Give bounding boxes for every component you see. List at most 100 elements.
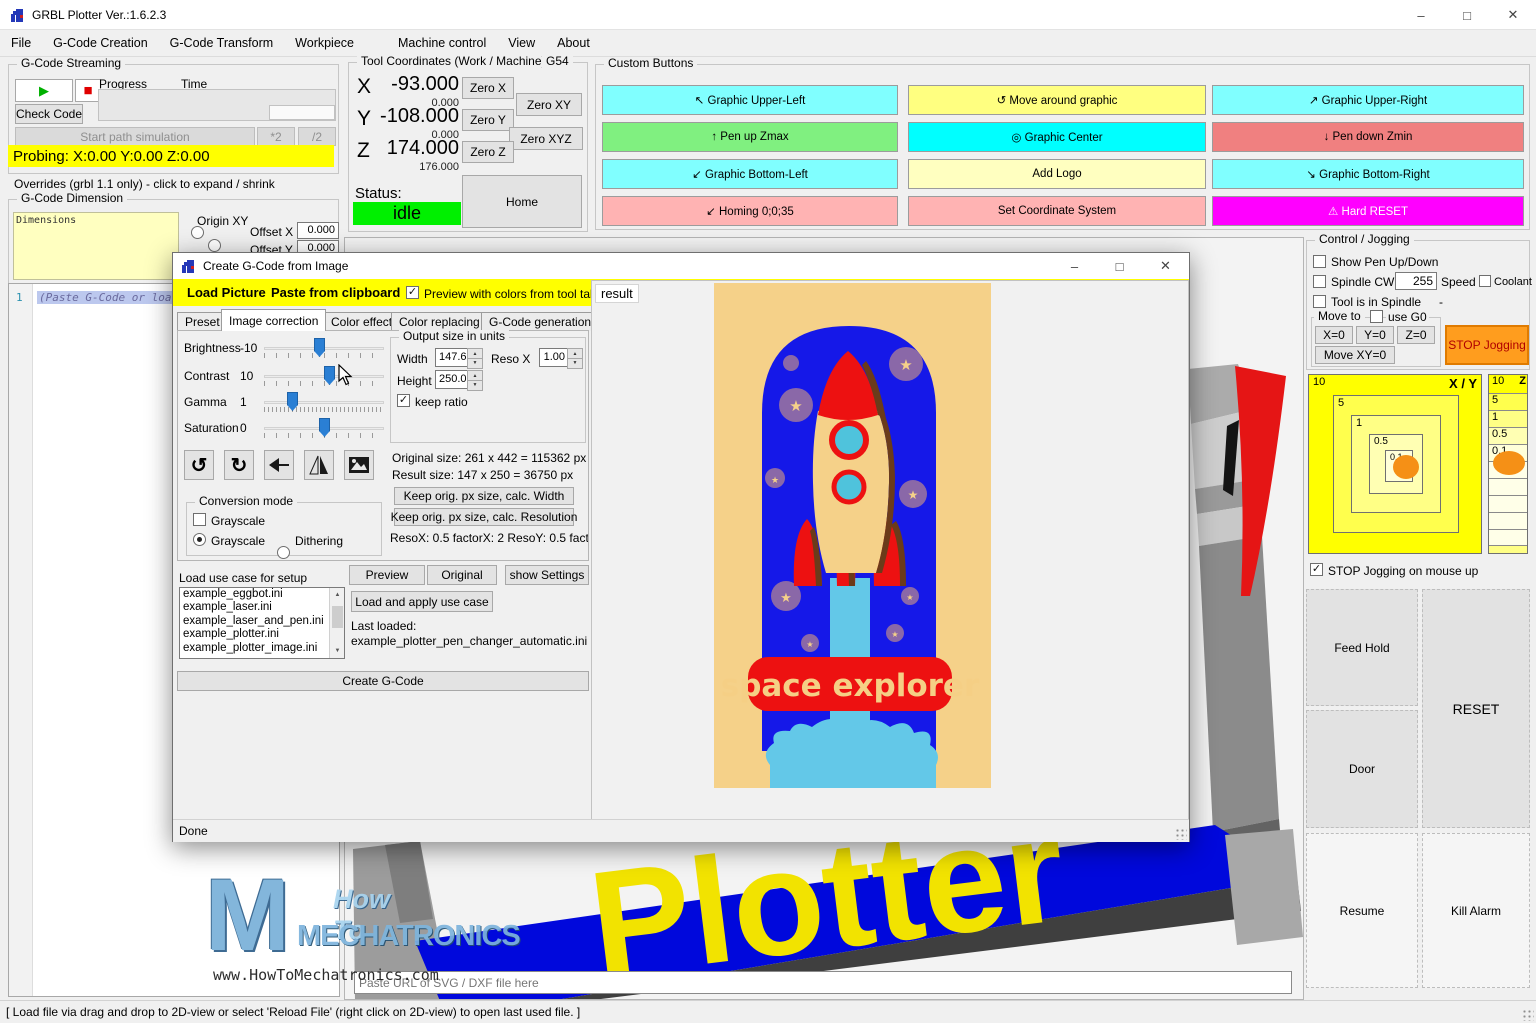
list-item[interactable]: example_plotter_image.ini [180,642,344,655]
window-close-icon[interactable]: ✕ [1490,0,1536,30]
offset-x-field[interactable]: 0.000 [297,222,339,239]
custom-button-move-around-graphic[interactable]: ↺ Move around graphic [908,85,1206,115]
listbox-scrollbar[interactable]: ▲ ▼ [329,588,344,658]
zero-z-button[interactable]: Zero Z [462,141,514,163]
dialog-resize-grip[interactable] [1175,828,1187,840]
coolant-checkbox[interactable] [1479,275,1491,287]
use-case-listbox[interactable]: example_eggbot.ini example_laser.ini exa… [179,587,345,659]
use-g0-checkbox[interactable] [1370,310,1383,323]
reset-button[interactable]: RESET [1422,589,1530,828]
y0-button[interactable]: Y=0 [1356,326,1394,344]
spindle-cw-checkbox[interactable] [1313,275,1326,288]
scroll-down-icon[interactable]: ▼ [330,644,345,658]
zero-y-button[interactable]: Zero Y [462,109,514,131]
paste-url-input[interactable] [354,971,1292,994]
jog-z-strip[interactable]: 10 Z 5 1 0.5 0.1 [1488,374,1528,554]
keep-ratio-checkbox[interactable]: ✓ [397,394,410,407]
height-spinner[interactable]: 250.0 ▲ ▼ [435,370,483,389]
paste-from-clipboard-button[interactable]: Paste from clipboard [271,285,400,300]
preview-colors-checkbox[interactable]: ✓ [406,286,419,299]
custom-button-set-coordinate-system[interactable]: Set Coordinate System [908,196,1206,226]
preview-button[interactable]: Preview [349,565,425,585]
jog-xy-pad[interactable]: 10 X / Y 5 1 0.5 0.1 [1308,374,1482,554]
dithering-radio[interactable] [277,546,290,559]
jog-z-level-10[interactable]: 10 Z [1489,375,1528,393]
custom-button-graphic-bottom-left[interactable]: ↙ Graphic Bottom-Left [602,159,898,189]
window-maximize-icon[interactable]: □ [1444,0,1490,30]
spindle-speed-field[interactable]: 255 [1395,272,1437,290]
jog-z-level-5[interactable]: 5 [1489,393,1528,410]
stop-on-mouseup-checkbox[interactable]: ✓ [1310,563,1323,576]
dialog-close-icon[interactable]: ✕ [1142,253,1189,279]
menu-workpiece[interactable]: Workpiece [284,30,365,57]
resume-button[interactable]: Resume [1306,833,1418,988]
grayscale-checkbox[interactable] [193,513,206,526]
invert-image-icon[interactable] [344,450,374,480]
overrides-expander[interactable]: Overrides (grbl 1.1 only) - click to exp… [14,177,275,191]
list-item[interactable]: example_eggbot.ini [180,588,344,601]
dialog-titlebar[interactable]: Create G-Code from Image – □ ✕ [173,253,1189,279]
zero-x-button[interactable]: Zero X [462,77,514,99]
custom-button-homing[interactable]: ↙ Homing 0;0;35 [602,196,898,226]
menu-gcode-creation[interactable]: G-Code Creation [42,30,159,57]
custom-button-pen-up[interactable]: ↑ Pen up Zmax [602,122,898,152]
menu-gcode-transform[interactable]: G-Code Transform [159,30,285,57]
menu-file[interactable]: File [0,30,42,57]
show-pen-checkbox[interactable] [1313,255,1326,268]
jog-z-level-1[interactable]: 1 [1489,410,1528,427]
z0-button[interactable]: Z=0 [1397,326,1435,344]
zero-xyz-button[interactable]: Zero XYZ [509,127,583,150]
check-code-button[interactable]: Check Code [15,104,83,124]
scroll-up-icon[interactable]: ▲ [330,588,345,602]
custom-button-add-logo[interactable]: Add Logo [908,159,1206,189]
menu-view[interactable]: View [497,30,546,57]
rotate-ccw-icon[interactable]: ↺ [184,450,214,480]
door-button[interactable]: Door [1306,710,1418,828]
original-button[interactable]: Original [427,565,497,585]
origin-radio-tc[interactable] [208,239,221,252]
speed-times2-button[interactable]: *2 [257,127,295,146]
scrollbar-thumb[interactable] [332,606,343,628]
width-spinner[interactable]: 147.6 ▲ ▼ [435,348,483,367]
dialog-minimize-icon[interactable]: – [1052,253,1097,279]
custom-button-hard-reset[interactable]: ⚠ Hard RESET [1212,196,1524,226]
tool-in-spindle-checkbox[interactable] [1313,295,1326,308]
create-gcode-button[interactable]: Create G-Code [177,671,589,691]
show-settings-button[interactable]: show Settings [505,565,589,585]
rotate-cw-icon[interactable]: ↻ [224,450,254,480]
custom-button-pen-down[interactable]: ↓ Pen down Zmin [1212,122,1524,152]
custom-button-graphic-upper-right[interactable]: ↗ Graphic Upper-Right [1212,85,1524,115]
list-item[interactable]: example_laser.ini [180,601,344,614]
flip-horizontal-icon[interactable] [264,450,294,480]
keep-px-calc-width-button[interactable]: Keep orig. px size, calc. Width [394,487,574,505]
feed-hold-button[interactable]: Feed Hold [1306,589,1418,706]
kill-alarm-button[interactable]: Kill Alarm [1422,833,1530,988]
zero-xy-button[interactable]: Zero XY [516,93,582,116]
move-xy0-button[interactable]: Move XY=0 [1315,346,1395,364]
x0-button[interactable]: X=0 [1315,326,1353,344]
start-stream-button[interactable]: ▶ [15,79,73,102]
home-button[interactable]: Home [462,175,582,228]
load-picture-button[interactable]: Load Picture [187,285,266,300]
list-item[interactable]: example_plotter.ini [180,628,344,641]
tab-image-correction[interactable]: Image correction [221,309,326,331]
window-minimize-icon[interactable]: – [1398,0,1444,30]
start-path-simulation-button[interactable]: Start path simulation [15,127,255,146]
keep-px-calc-resolution-button[interactable]: Keep orig. px size, calc. Resolution [394,508,574,526]
flip-vertical-icon[interactable] [304,450,334,480]
menu-about[interactable]: About [546,30,601,57]
origin-radio-tl[interactable] [191,226,204,239]
reso-x-spinner[interactable]: 1.00 ▲ ▼ [539,348,583,367]
stop-jogging-button[interactable]: STOP Jogging [1445,325,1529,365]
list-item[interactable]: example_laser_and_pen.ini [180,615,344,628]
grayscale-radio[interactable] [193,533,206,546]
spinner-down-icon[interactable]: ▼ [467,358,483,370]
load-apply-use-case-button[interactable]: Load and apply use case [351,591,493,612]
resize-grip[interactable] [1522,1009,1534,1021]
speed-div2-button[interactable]: /2 [298,127,336,146]
custom-button-graphic-upper-left[interactable]: ↖ Graphic Upper-Left [602,85,898,115]
menu-machine-control[interactable]: Machine control [387,30,497,57]
custom-button-graphic-center[interactable]: ◎ Graphic Center [908,122,1206,152]
dialog-maximize-icon[interactable]: □ [1097,253,1142,279]
custom-button-graphic-bottom-right[interactable]: ↘ Graphic Bottom-Right [1212,159,1524,189]
